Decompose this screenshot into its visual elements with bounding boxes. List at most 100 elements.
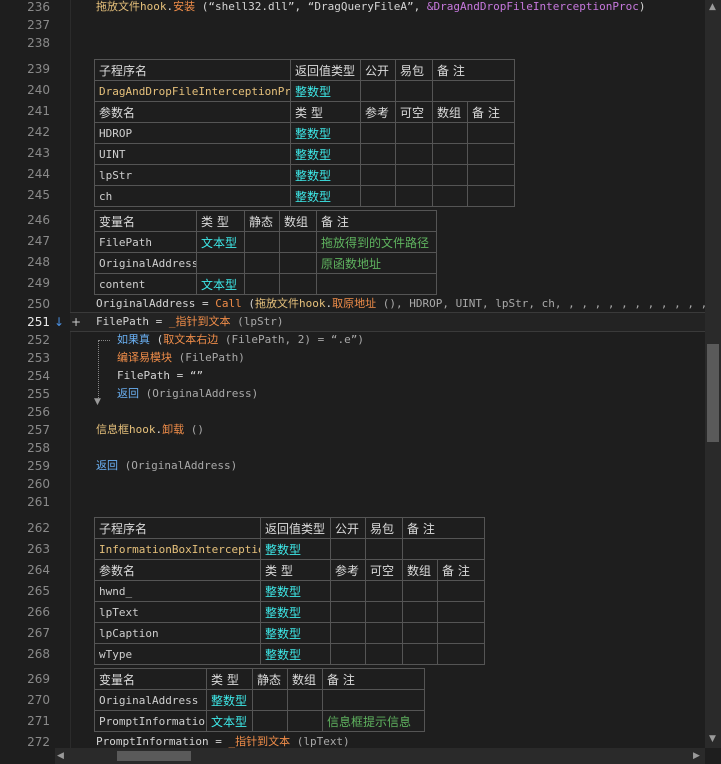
code-line-254[interactable]: FilePath = “”: [117, 367, 203, 385]
var-note[interactable]: 信息框提示信息: [322, 710, 425, 732]
param-note-cell[interactable]: [437, 601, 485, 623]
variable-row[interactable]: content 文本型: [94, 273, 437, 295]
scroll-right-arrow-icon[interactable]: ▶: [693, 751, 700, 761]
param-name[interactable]: lpText: [94, 601, 261, 623]
var-note[interactable]: 原函数地址: [316, 252, 437, 274]
code-line-259[interactable]: 返回 (OriginalAddress): [96, 457, 237, 475]
vertical-scroll-thumb[interactable]: [707, 344, 719, 442]
param-note-cell[interactable]: [467, 185, 515, 207]
var-note[interactable]: 拖放得到的文件路径: [316, 231, 437, 253]
param-ref-cell[interactable]: [360, 122, 396, 144]
param-nullable-cell[interactable]: [395, 143, 433, 165]
param-ref-cell[interactable]: [330, 580, 366, 602]
var-name[interactable]: FilePath: [94, 231, 197, 253]
easy-package-cell[interactable]: [365, 538, 403, 560]
var-name[interactable]: content: [94, 273, 197, 295]
param-ref-cell[interactable]: [360, 143, 396, 165]
var-name[interactable]: PromptInformation: [94, 710, 207, 732]
param-ref-cell[interactable]: [360, 185, 396, 207]
code-line-236[interactable]: 拖放文件hook.安装 (“shell32.dll”, “DragQueryFi…: [96, 0, 645, 16]
breakpoint-arrow-icon[interactable]: ↓: [54, 313, 64, 331]
param-row[interactable]: hwnd_ 整数型: [94, 580, 485, 602]
param-nullable-cell[interactable]: [395, 185, 433, 207]
param-note-cell[interactable]: [467, 164, 515, 186]
return-type-cell[interactable]: 整数型: [290, 80, 361, 102]
var-array-cell[interactable]: [279, 252, 317, 274]
variable-row[interactable]: FilePath 文本型 拖放得到的文件路径: [94, 231, 437, 253]
param-array-cell[interactable]: [402, 601, 438, 623]
var-note[interactable]: [316, 273, 437, 295]
var-type[interactable]: 文本型: [196, 231, 245, 253]
param-ref-cell[interactable]: [330, 622, 366, 644]
param-type[interactable]: 整数型: [260, 601, 331, 623]
horizontal-scrollbar[interactable]: ◀ ▶: [55, 748, 705, 764]
scroll-left-arrow-icon[interactable]: ◀: [57, 751, 64, 761]
param-nullable-cell[interactable]: [365, 580, 403, 602]
param-ref-cell[interactable]: [330, 643, 366, 665]
var-type[interactable]: 文本型: [206, 710, 253, 732]
note-cell[interactable]: [432, 80, 515, 102]
param-note-cell[interactable]: [437, 622, 485, 644]
variable-row[interactable]: OriginalAddress 整数型: [94, 689, 425, 711]
var-static-cell[interactable]: [244, 252, 280, 274]
param-row[interactable]: wType 整数型: [94, 643, 485, 665]
easy-package-cell[interactable]: [395, 80, 433, 102]
var-array-cell[interactable]: [287, 710, 323, 732]
public-cell[interactable]: [360, 80, 396, 102]
param-type[interactable]: 整数型: [290, 122, 361, 144]
code-line-252[interactable]: 如果真 (取文本右边 (FilePath, 2) = “.e”): [117, 331, 364, 349]
note-cell[interactable]: [402, 538, 485, 560]
code-line-255[interactable]: 返回 (OriginalAddress): [117, 385, 258, 403]
param-array-cell[interactable]: [432, 164, 468, 186]
param-row[interactable]: lpText 整数型: [94, 601, 485, 623]
param-type[interactable]: 整数型: [290, 185, 361, 207]
public-cell[interactable]: [330, 538, 366, 560]
param-nullable-cell[interactable]: [395, 122, 433, 144]
horizontal-scroll-thumb[interactable]: [117, 751, 191, 761]
param-name[interactable]: lpCaption: [94, 622, 261, 644]
param-note-cell[interactable]: [437, 643, 485, 665]
var-static-cell[interactable]: [252, 710, 288, 732]
param-ref-cell[interactable]: [330, 601, 366, 623]
param-row[interactable]: lpStr 整数型: [94, 164, 515, 186]
var-array-cell[interactable]: [279, 273, 317, 295]
param-type[interactable]: 整数型: [290, 164, 361, 186]
var-name[interactable]: OriginalAddress: [94, 689, 207, 711]
param-name[interactable]: hwnd_: [94, 580, 261, 602]
param-nullable-cell[interactable]: [365, 601, 403, 623]
param-name[interactable]: UINT: [94, 143, 291, 165]
param-nullable-cell[interactable]: [395, 164, 433, 186]
param-type[interactable]: 整数型: [260, 643, 331, 665]
param-row[interactable]: lpCaption 整数型: [94, 622, 485, 644]
var-type[interactable]: 文本型: [196, 273, 245, 295]
param-row[interactable]: ch 整数型: [94, 185, 515, 207]
code-editor[interactable]: 拖放文件hook.安装 (“shell32.dll”, “DragQueryFi…: [70, 0, 705, 748]
param-array-cell[interactable]: [402, 580, 438, 602]
param-type[interactable]: 整数型: [290, 143, 361, 165]
vertical-scrollbar[interactable]: ▲ ▼: [705, 0, 721, 748]
param-row[interactable]: HDROP 整数型: [94, 122, 515, 144]
var-type[interactable]: [196, 252, 245, 274]
var-static-cell[interactable]: [244, 231, 280, 253]
param-array-cell[interactable]: [432, 143, 468, 165]
variable-row[interactable]: PromptInformation 文本型 信息框提示信息: [94, 710, 425, 732]
var-type[interactable]: 整数型: [206, 689, 253, 711]
code-line-272[interactable]: PromptInformation = _指针到文本 (lpText): [96, 733, 350, 748]
param-type[interactable]: 整数型: [260, 580, 331, 602]
param-note-cell[interactable]: [467, 122, 515, 144]
param-nullable-cell[interactable]: [365, 622, 403, 644]
var-static-cell[interactable]: [252, 689, 288, 711]
subroutine-name-cell[interactable]: DragAndDropFileInterceptionProc: [94, 80, 291, 102]
param-row[interactable]: UINT 整数型: [94, 143, 515, 165]
param-name[interactable]: HDROP: [94, 122, 291, 144]
code-line-250[interactable]: OriginalAddress = Call (拖放文件hook.取原地址 ()…: [96, 295, 705, 313]
var-array-cell[interactable]: [287, 689, 323, 711]
var-name[interactable]: OriginalAddress: [94, 252, 197, 274]
param-note-cell[interactable]: [437, 580, 485, 602]
param-name[interactable]: ch: [94, 185, 291, 207]
var-note[interactable]: [322, 689, 425, 711]
param-name[interactable]: wType: [94, 643, 261, 665]
param-ref-cell[interactable]: [360, 164, 396, 186]
code-line-253[interactable]: 编译易模块 (FilePath): [117, 349, 245, 367]
subroutine-name-cell[interactable]: InformationBoxInterception: [94, 538, 261, 560]
